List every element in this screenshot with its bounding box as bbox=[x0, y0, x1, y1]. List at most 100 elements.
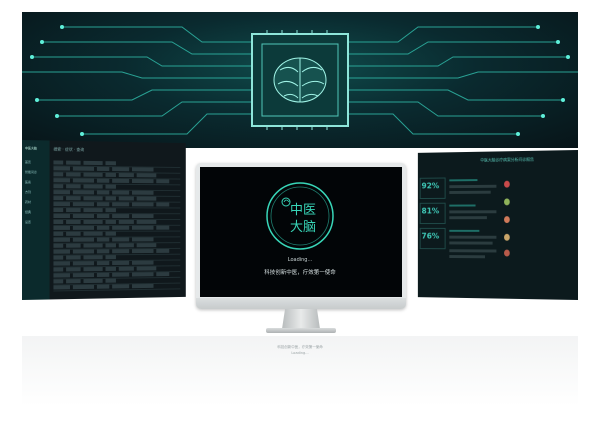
table-cell bbox=[53, 237, 70, 242]
table-cell bbox=[105, 196, 116, 201]
table-cell bbox=[105, 266, 116, 271]
stat-value: 81% bbox=[421, 206, 440, 216]
table-cell bbox=[53, 178, 70, 183]
loading-status: Loading... bbox=[287, 257, 313, 263]
table-cell bbox=[131, 167, 154, 172]
table-cell bbox=[131, 190, 154, 195]
table-cell bbox=[156, 225, 170, 230]
sidebar-item[interactable]: 智能问诊 bbox=[25, 170, 47, 175]
reflection-caption: 科技创新中医，疗效第一使命 Loading... bbox=[240, 344, 360, 356]
table-cell bbox=[112, 260, 130, 266]
herb-icon bbox=[504, 180, 510, 188]
table-cell bbox=[105, 161, 116, 166]
table-cell bbox=[112, 272, 130, 277]
table-cell bbox=[105, 172, 116, 177]
table-cell bbox=[96, 249, 110, 254]
table-cell bbox=[83, 196, 103, 201]
table-cell bbox=[53, 160, 64, 165]
table-cell bbox=[131, 260, 154, 265]
herb-icon bbox=[504, 233, 510, 241]
table-cell bbox=[53, 273, 70, 278]
table-cell bbox=[112, 202, 130, 207]
table-cell bbox=[112, 178, 130, 183]
table-cell bbox=[118, 196, 134, 201]
table-cell bbox=[156, 272, 170, 277]
table-cell bbox=[131, 202, 154, 207]
sidebar-item[interactable]: 医案 bbox=[25, 180, 47, 185]
sidebar-item[interactable]: 设置 bbox=[25, 220, 47, 225]
herb-icon bbox=[504, 198, 510, 206]
result-text bbox=[449, 235, 497, 239]
table-cell bbox=[96, 214, 110, 219]
table-cell bbox=[131, 179, 154, 184]
result-text bbox=[449, 184, 497, 189]
table-cell bbox=[53, 225, 70, 230]
table-cell bbox=[72, 202, 95, 207]
table-cell bbox=[53, 190, 70, 195]
result-text bbox=[449, 241, 493, 245]
table-cell bbox=[96, 166, 110, 172]
table-cell bbox=[112, 167, 130, 172]
table-cell bbox=[66, 196, 81, 201]
table-cell bbox=[83, 160, 103, 166]
table-cell bbox=[53, 267, 64, 272]
table-cell bbox=[118, 173, 134, 178]
table-cell bbox=[83, 184, 103, 189]
monitor-stand bbox=[282, 309, 320, 329]
table-cell bbox=[112, 225, 130, 230]
result-text bbox=[449, 255, 486, 259]
table-cell bbox=[66, 172, 81, 177]
sidebar-item[interactable]: 药材 bbox=[25, 200, 47, 205]
sidebar: 中医大脑 首页 智能问诊 医案 方剂 药材 经典 设置 bbox=[22, 140, 50, 300]
table-cell bbox=[53, 285, 70, 290]
table-cell bbox=[131, 214, 154, 219]
table-cell bbox=[66, 160, 81, 165]
table-cell bbox=[72, 284, 95, 290]
slogan: 科技创新中医，疗效第一使命 bbox=[264, 270, 336, 276]
table-cell bbox=[96, 225, 110, 230]
table-cell bbox=[83, 243, 103, 248]
table-cell bbox=[118, 220, 134, 224]
table-cell bbox=[96, 284, 110, 289]
table-cell bbox=[105, 243, 116, 248]
table-cell bbox=[131, 225, 154, 230]
table-cell bbox=[83, 255, 103, 260]
table-cell bbox=[53, 249, 70, 254]
result-bar bbox=[449, 229, 480, 232]
sidebar-item[interactable]: 方剂 bbox=[25, 190, 47, 195]
table-cell bbox=[112, 190, 130, 195]
table-cell bbox=[66, 255, 81, 260]
sidebar-item[interactable]: 经典 bbox=[25, 210, 47, 215]
result-text bbox=[449, 190, 491, 194]
table-cell bbox=[53, 279, 64, 284]
table-cell bbox=[66, 231, 81, 236]
table-row bbox=[53, 283, 181, 292]
table-cell bbox=[156, 248, 170, 253]
table-cell bbox=[72, 178, 95, 183]
table-cell bbox=[112, 284, 130, 289]
herb-icon bbox=[504, 249, 510, 257]
table-cell bbox=[118, 266, 134, 271]
table-cell bbox=[53, 243, 64, 248]
table-cell bbox=[96, 237, 110, 242]
table-cell bbox=[105, 184, 116, 189]
table-cell bbox=[105, 255, 116, 260]
table-cell bbox=[83, 267, 103, 272]
result-text bbox=[449, 210, 497, 214]
hero-banner bbox=[22, 12, 578, 148]
table-cell bbox=[72, 190, 95, 195]
sidebar-item[interactable]: 首页 bbox=[25, 160, 47, 165]
table-cell bbox=[131, 237, 154, 242]
table-cell bbox=[156, 179, 170, 184]
table-cell bbox=[53, 208, 64, 213]
table-cell bbox=[53, 202, 70, 207]
table-cell bbox=[72, 237, 95, 242]
table-cell bbox=[136, 173, 157, 178]
table-cell bbox=[53, 261, 70, 266]
panel-header: 搜索 · 症状 · 查询 bbox=[53, 146, 85, 153]
table-cell bbox=[131, 249, 154, 254]
table-cell bbox=[72, 273, 95, 278]
monitor-base bbox=[266, 328, 336, 333]
table-cell bbox=[105, 231, 116, 236]
table-cell bbox=[136, 266, 157, 271]
